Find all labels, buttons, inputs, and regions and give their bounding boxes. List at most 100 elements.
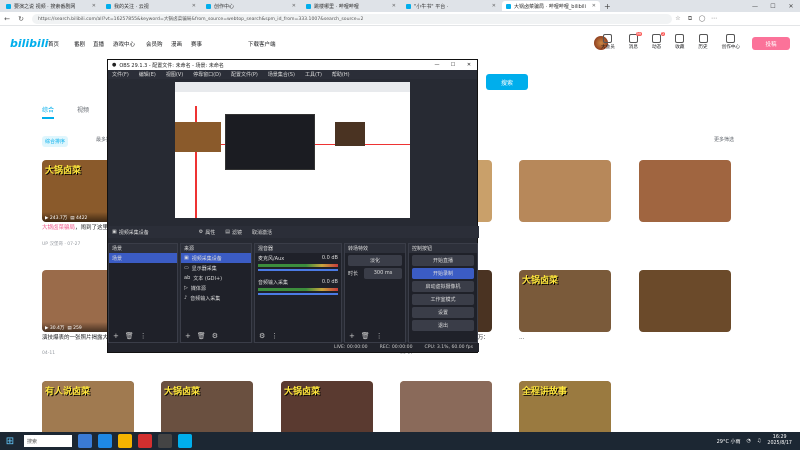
nav-home[interactable]: 首页 xyxy=(48,40,59,48)
minimize-icon[interactable]: — xyxy=(429,62,445,68)
video-card[interactable] xyxy=(639,270,731,351)
taskbar-search[interactable]: 搜索 xyxy=(24,435,72,447)
add-icon[interactable]: + xyxy=(349,332,355,340)
video-title[interactable] xyxy=(639,334,731,350)
browser-tab[interactable]: 创作中心 ✕ xyxy=(202,1,300,11)
volume-slider[interactable] xyxy=(258,269,338,271)
sort-default[interactable]: 综合排序 xyxy=(42,136,68,147)
video-thumbnail[interactable] xyxy=(639,270,731,332)
video-title[interactable] xyxy=(519,224,611,240)
message-button[interactable]: 99 消息 xyxy=(629,32,642,50)
browser-tab[interactable]: 要演之说 视频 · 搜索番剧网 ✕ xyxy=(2,1,100,11)
menu-scene-collection[interactable]: 场景集合(S) xyxy=(268,71,295,78)
obs-preview[interactable] xyxy=(175,82,410,218)
close-tab-icon[interactable]: ✕ xyxy=(392,3,396,9)
more-filters-button[interactable]: 更多筛选 xyxy=(714,136,734,143)
add-icon[interactable]: + xyxy=(113,332,119,340)
video-thumbnail[interactable]: 大锅卤菜 xyxy=(519,270,611,332)
maximize-icon[interactable]: ☐ xyxy=(445,62,461,68)
browser-tab-active[interactable]: 大锅卤菜骗局 · 哔哩哔哩_bilibili ✕ xyxy=(502,1,600,11)
clock[interactable]: 16:29 2025/8/17 xyxy=(767,435,792,447)
video-card[interactable] xyxy=(519,160,611,241)
vip-button[interactable]: 大会员 xyxy=(601,34,615,50)
add-icon[interactable]: + xyxy=(185,332,191,340)
nav-game[interactable]: 游戏中心 xyxy=(113,40,135,48)
obs-taskbar-icon[interactable] xyxy=(158,434,172,448)
nav-mall[interactable]: 会员购 xyxy=(146,40,163,48)
source-item[interactable]: ▭ 显示器采集 xyxy=(181,263,251,273)
trash-icon[interactable]: 🗑 xyxy=(197,332,206,340)
weather-label[interactable]: 29°C 小雨 xyxy=(717,438,741,445)
nav-anime[interactable]: 番剧 xyxy=(74,40,85,48)
minimize-icon[interactable]: — xyxy=(746,3,764,10)
studio-mode-button[interactable]: 工作室模式 xyxy=(412,294,474,305)
tab-all[interactable]: 综合 xyxy=(42,105,55,119)
dynamic-button[interactable]: 2 动态 xyxy=(652,32,666,50)
settings-button[interactable]: 设置 xyxy=(412,307,474,318)
scene-item[interactable]: 场景 xyxy=(109,253,177,263)
trash-icon[interactable]: 🗑 xyxy=(125,332,134,340)
profile-icon[interactable]: ◯ xyxy=(696,15,708,22)
close-tab-icon[interactable]: ✕ xyxy=(492,3,496,9)
video-title[interactable] xyxy=(639,224,731,240)
gear-icon[interactable]: ⚙ xyxy=(259,332,265,340)
file-explorer-icon[interactable] xyxy=(118,434,132,448)
source-item[interactable]: ▷ 媒体源 xyxy=(181,283,251,293)
close-window-icon[interactable]: ✕ xyxy=(461,62,477,68)
more-icon[interactable]: ⋮ xyxy=(376,332,383,340)
virtual-camera-button[interactable]: 启动虚拟摄像机 xyxy=(412,281,474,292)
close-tab-icon[interactable]: ✕ xyxy=(192,3,196,9)
menu-profile[interactable]: 配置文件(P) xyxy=(231,71,258,78)
video-card[interactable]: 大锅卤菜 … xyxy=(519,270,611,351)
url-field[interactable]: https://search.bilibili.com/all?vt=16257… xyxy=(32,13,672,24)
menu-docks[interactable]: 停靠窗口(D) xyxy=(193,71,221,78)
favorites-icon[interactable]: ☆ xyxy=(672,15,684,22)
start-streaming-button[interactable]: 开始直播 xyxy=(412,255,474,266)
source-item[interactable]: ab 文本 (GDI+) xyxy=(181,273,251,283)
duration-input[interactable]: 300 ms xyxy=(364,267,402,279)
trash-icon[interactable]: 🗑 xyxy=(361,332,370,340)
nav-download[interactable]: 下载客户端 xyxy=(248,40,276,48)
source-item[interactable]: ▣ 视频采集设备 xyxy=(181,253,251,263)
menu-icon[interactable]: ⋯ xyxy=(708,15,720,22)
more-icon[interactable]: ⋮ xyxy=(140,332,147,340)
history-button[interactable]: 历史 xyxy=(698,34,708,50)
nav-manga[interactable]: 漫画 xyxy=(171,40,182,48)
extensions-icon[interactable]: ⧉ xyxy=(684,15,696,23)
filters-button[interactable]: ▤ 滤镜 xyxy=(225,229,242,236)
transition-select[interactable]: 淡化 xyxy=(348,255,402,266)
windows-start-icon[interactable]: ⊞ xyxy=(0,436,20,447)
search-button[interactable]: 搜索 xyxy=(486,74,528,90)
close-window-icon[interactable]: ✕ xyxy=(782,3,800,10)
nav-match[interactable]: 赛事 xyxy=(191,40,202,48)
exit-button[interactable]: 退出 xyxy=(412,320,474,331)
edge-icon[interactable] xyxy=(98,434,112,448)
properties-button[interactable]: ⚙ 属性 xyxy=(199,229,216,236)
video-thumbnail[interactable] xyxy=(519,160,611,222)
close-tab-icon[interactable]: ✕ xyxy=(592,3,596,9)
volume-icon[interactable]: ♫ xyxy=(757,438,761,444)
start-recording-button[interactable]: 开始录制 xyxy=(412,268,474,279)
volume-slider[interactable] xyxy=(258,293,338,295)
nav-live[interactable]: 直播 xyxy=(93,40,104,48)
gear-icon[interactable]: ⚙ xyxy=(212,332,218,340)
tab-video[interactable]: 视频 xyxy=(77,105,89,114)
bilibili-logo[interactable]: bilibili xyxy=(10,37,48,50)
refresh-icon[interactable]: ↻ xyxy=(14,15,28,23)
browser-tab[interactable]: 跳楼哪里 · 哔哩哔哩 ✕ xyxy=(302,1,400,11)
browser-tab[interactable]: 我的关注 · 云视 ✕ xyxy=(102,1,200,11)
video-card[interactable] xyxy=(639,160,731,241)
maximize-icon[interactable]: ☐ xyxy=(764,3,782,10)
video-title[interactable]: … xyxy=(519,334,611,350)
task-view-icon[interactable] xyxy=(78,434,92,448)
app-icon[interactable] xyxy=(138,434,152,448)
menu-file[interactable]: 文件(F) xyxy=(112,71,129,78)
deactivate-button[interactable]: 取消激活 xyxy=(252,229,272,236)
wifi-icon[interactable]: ◔ xyxy=(747,438,751,444)
new-tab-button[interactable]: + xyxy=(604,2,611,11)
bilibili-taskbar-icon[interactable] xyxy=(178,434,192,448)
menu-tools[interactable]: 工具(T) xyxy=(305,71,322,78)
close-tab-icon[interactable]: ✕ xyxy=(92,3,96,9)
favorites-button[interactable]: 收藏 xyxy=(675,34,684,50)
menu-view[interactable]: 视图(V) xyxy=(166,71,183,78)
